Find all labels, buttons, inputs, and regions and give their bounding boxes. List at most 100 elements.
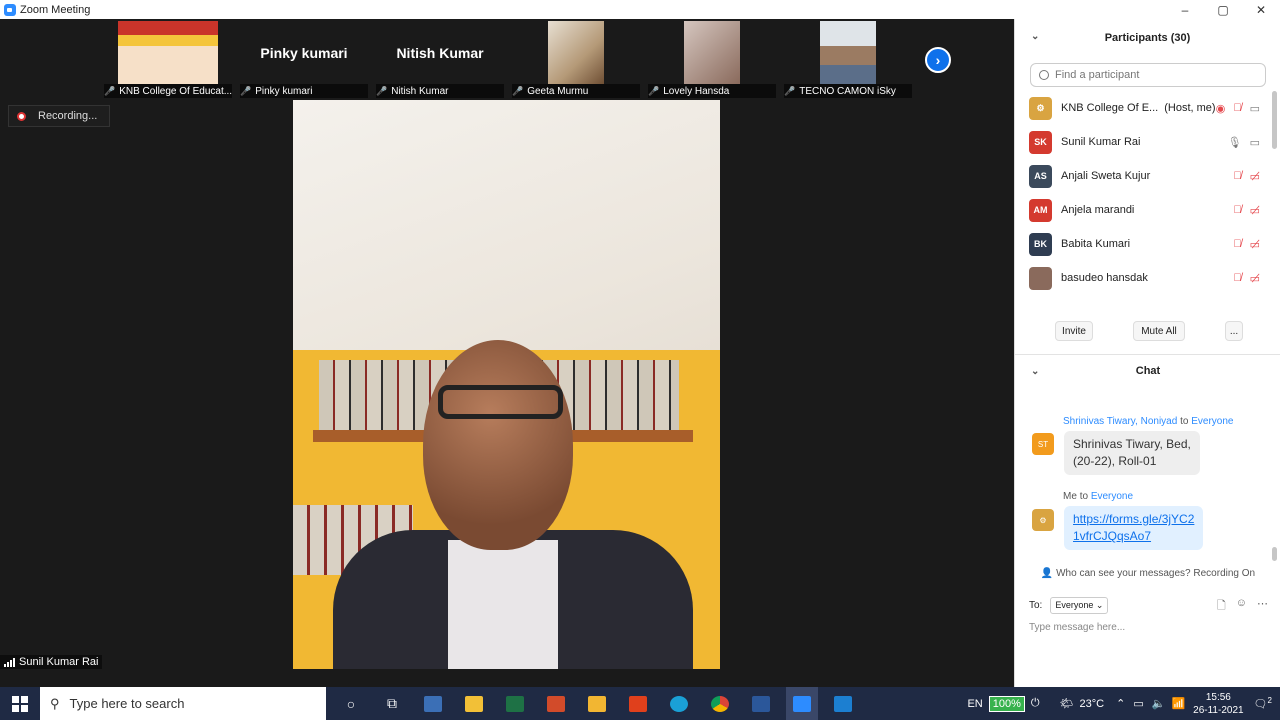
participant-row[interactable]: BK Babita Kumari 🎙̸ ▭̸ [1015,227,1280,261]
excel-icon[interactable] [499,687,531,720]
recording-indicator[interactable]: Recording... [8,105,110,127]
participant-video [820,21,876,84]
network-icon[interactable]: 📶 [1171,697,1185,710]
mic-muted-icon: 🎙̸ [1233,271,1242,284]
signal-icon [4,657,15,667]
file-explorer-icon[interactable] [581,687,613,720]
battery-indicator[interactable]: 100% [988,695,1025,712]
who-can-see-notice[interactable]: 👤 Who can see your messages? Recording O… [1015,568,1280,579]
avatar: AM [1029,198,1052,222]
more-icon[interactable]: ⋯ [1257,597,1268,616]
avatar: BK [1029,232,1052,256]
chat-message-input[interactable]: Type message here... [1029,622,1125,633]
chevron-up-icon[interactable]: ⌃ [1116,697,1125,710]
mic-muted-icon: 🎤 [104,85,116,96]
chevron-down-icon: ⌄ [1095,600,1104,610]
recipient-select[interactable]: Everyone ⌄ [1050,597,1109,614]
notifications-icon[interactable]: 🗨2 [1254,696,1272,711]
camera-icon: ▭ [1249,102,1260,115]
app-icon[interactable] [540,687,572,720]
recording-dot-icon: ◉ [1215,102,1226,115]
app-icon[interactable] [827,687,859,720]
power-icon[interactable]: ⏻ [1031,697,1040,710]
participant-row[interactable]: ⚙ KNB College Of E... (Host, me) ◉ 🎙̸ ▭ [1015,91,1280,125]
camera-off-icon: ▭̸ [1249,272,1260,285]
mic-muted-icon: 🎙̸ [1233,101,1242,114]
participant-video [548,21,604,84]
avatar: ST [1032,433,1054,455]
avatar: ⚙ [1032,509,1054,531]
emoji-icon[interactable]: ☺ [1236,597,1247,616]
participants-scrollbar[interactable] [1272,91,1277,149]
mic-muted-icon: 🎤 [784,85,796,96]
people-icon: 👤 [1040,568,1054,579]
thumbnail-strip: 🎤 KNB College Of Educat... Pinky kumari 🎤… [100,21,916,98]
task-view-icon[interactable]: ⧉ [376,687,408,720]
avatar: ⚙ [1029,96,1052,120]
mic-muted-icon: 🎤 [376,85,388,96]
participant-tile[interactable]: Pinky kumari 🎤 Pinky kumari [236,21,372,98]
participant-row[interactable]: AM Anjela marandi 🎙̸ ▭̸ [1015,193,1280,227]
tile-label: Pinky kumari [255,85,313,97]
avatar: AS [1029,164,1052,188]
office-icon[interactable] [622,687,654,720]
participant-tile[interactable]: 🎤 Geeta Murmu [508,21,644,98]
chat-scrollbar[interactable] [1272,547,1277,561]
chat-message-meta: Shrinivas Tiwary, Noniyad to Everyone [1063,416,1234,427]
clock[interactable]: 15:56 26-11-2021 [1193,691,1243,717]
file-icon[interactable]: 🗋 [1217,597,1226,616]
word-icon[interactable] [745,687,777,720]
zoom-icon[interactable] [786,687,818,720]
search-icon: ⚲ [50,695,60,711]
chat-message: Shrinivas Tiwary, Bed, (20-22), Roll-01 [1064,431,1200,475]
next-page-arrow-icon[interactable]: › [925,47,951,73]
battery-icon[interactable]: ▭ [1133,697,1143,710]
cortana-icon[interactable]: ○ [335,687,367,720]
chrome-icon[interactable] [704,687,736,720]
participant-tile[interactable]: 🎤 TECNO CAMON iSky [780,21,916,98]
mic-muted-icon: 🎤 [240,85,252,96]
side-panel: ⌄ Participants (30) Find a participant ⚙… [1014,19,1280,687]
search-icon [1039,70,1049,80]
volume-icon[interactable]: 🔈 [1152,697,1166,710]
mute-all-button[interactable]: Mute All [1133,321,1185,341]
app-icon[interactable] [417,687,449,720]
camera-off-icon: ▭̸ [1249,170,1260,183]
temperature-label[interactable]: 23°C [1080,698,1105,710]
title-bar: Zoom Meeting – ▢ ✕ [0,0,1280,19]
camera-off-icon: ▭̸ [1249,204,1260,217]
store-icon[interactable] [458,687,490,720]
maximize-button[interactable]: ▢ [1204,0,1242,19]
avatar [1029,266,1052,290]
speaker-name-label: Sunil Kumar Rai [0,655,103,669]
participant-row[interactable]: basudeo hansdak 🎙̸ ▭̸ [1015,261,1280,295]
collapse-chevron-icon[interactable]: ⌄ [1031,366,1039,377]
mic-muted-icon: 🎙̸ [1233,203,1242,216]
active-speaker-video [293,100,720,669]
camera-icon: ▭ [1249,136,1260,149]
invite-button[interactable]: Invite [1055,321,1093,341]
chat-link-message[interactable]: https://forms.gle/3jYC2 1vfrCJQqsAo7 [1064,506,1204,550]
minimize-button[interactable]: – [1166,0,1204,19]
language-indicator[interactable]: EN [967,698,982,710]
participant-tile[interactable]: 🎤 Lovely Hansda [644,21,780,98]
weather-icon[interactable]: 🌤 [1060,697,1074,710]
tile-display-name: Pinky kumari [260,44,348,61]
tile-label: Geeta Murmu [527,85,589,97]
mic-muted-icon: 🎙̸ [1233,169,1242,182]
participant-tile[interactable]: 🎤 KNB College Of Educat... [100,21,236,98]
camera-off-icon: ▭̸ [1249,238,1260,251]
tile-label: TECNO CAMON iSky [799,85,896,97]
participant-search-input[interactable]: Find a participant [1030,63,1266,87]
panel-divider [1015,354,1280,355]
mic-muted-icon: 🎙̸ [1233,237,1242,250]
close-button[interactable]: ✕ [1242,0,1280,19]
start-button[interactable] [0,687,40,720]
edge-icon[interactable] [663,687,695,720]
more-options-button[interactable]: ... [1225,321,1243,341]
participant-tile[interactable]: Nitish Kumar 🎤 Nitish Kumar [372,21,508,98]
participant-row[interactable]: SK Sunil Kumar Rai 🎙 ▭ [1015,125,1280,159]
collapse-chevron-icon[interactable]: ⌄ [1031,31,1039,42]
taskbar-search-input[interactable]: ⚲ Type here to search [40,687,326,720]
participant-row[interactable]: AS Anjali Sweta Kujur 🎙̸ ▭̸ [1015,159,1280,193]
